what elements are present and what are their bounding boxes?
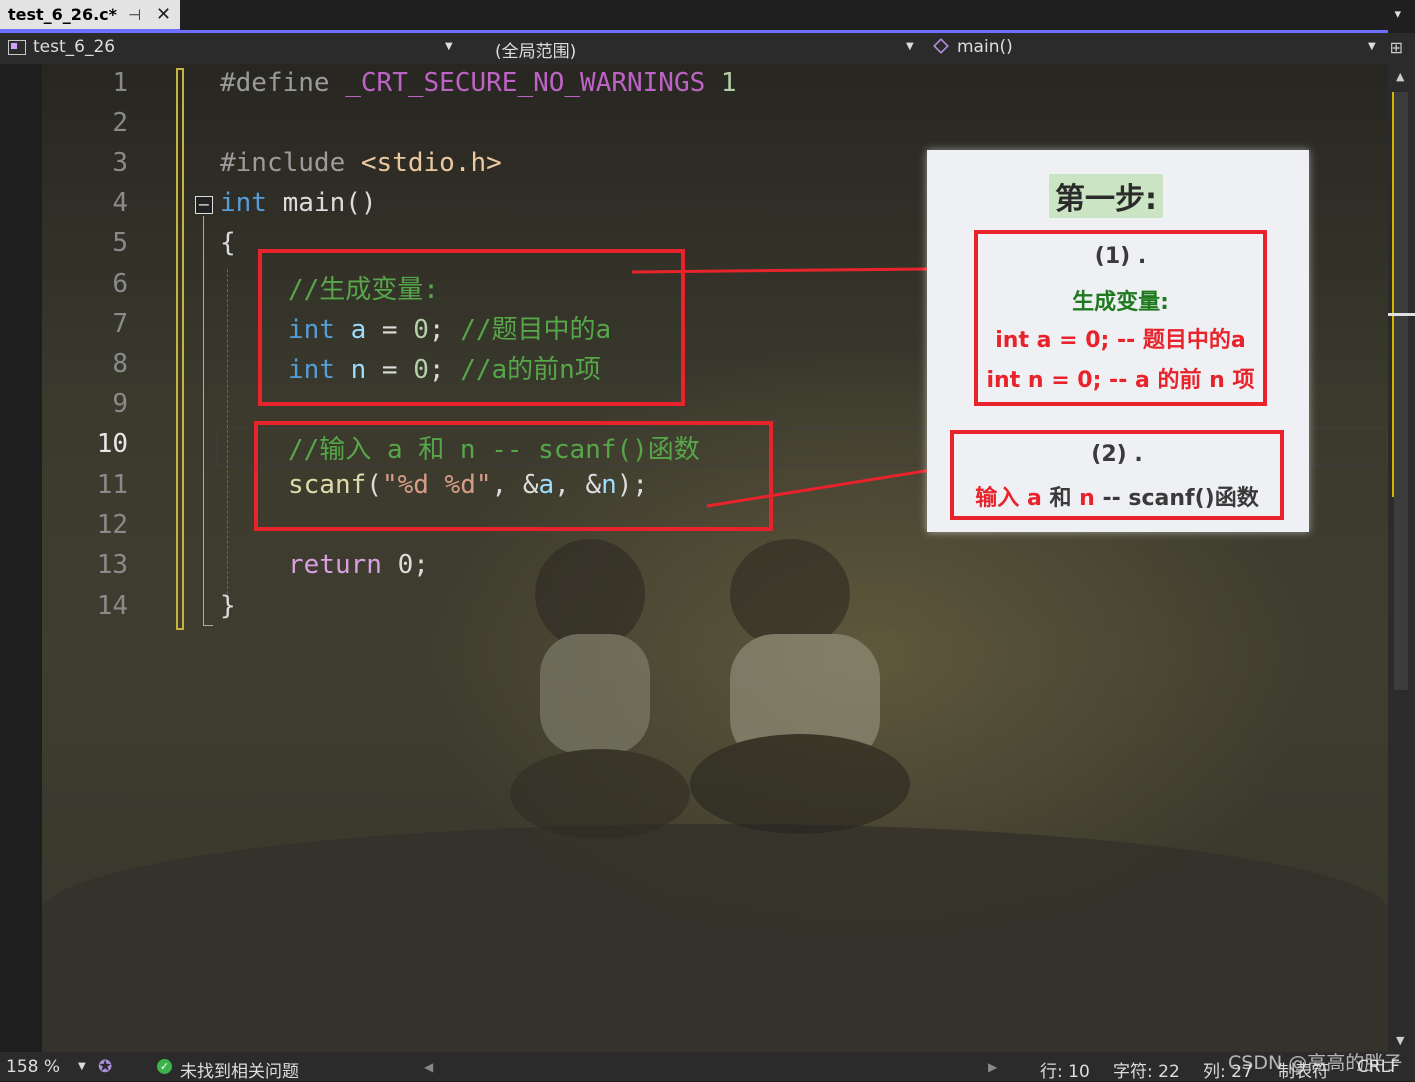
preprocessor-directive: #define <box>220 68 346 98</box>
member-dropdown[interactable]: main() <box>957 37 1013 57</box>
step2-text-part: a <box>1026 486 1042 511</box>
include-file: <stdio.h> <box>360 148 502 178</box>
check-circle-icon: ✓ <box>157 1059 172 1074</box>
csdn-watermark: CSDN @高高的胖子 <box>1228 1052 1403 1074</box>
member-cube-icon <box>933 38 949 54</box>
zoom-level[interactable]: 158 % <box>6 1057 60 1077</box>
line-number: 9 <box>112 389 128 419</box>
chevron-down-icon[interactable]: ▼ <box>906 41 914 52</box>
step2-text-part: -- scanf()函数 <box>1094 486 1259 511</box>
fold-guide-line <box>203 216 204 626</box>
code-line[interactable]: #include <stdio.h> <box>220 148 502 178</box>
annotation-card: 第一步: (1) . 生成变量: int a = 0; -- 题目中的a int… <box>927 150 1309 532</box>
return-value: 0; <box>381 550 429 580</box>
close-icon[interactable]: ✕ <box>156 4 171 25</box>
issues-status[interactable]: 未找到相关问题 <box>180 1057 299 1082</box>
line-number-current: 10 <box>96 429 128 459</box>
line-number: 2 <box>112 108 128 138</box>
line-indicator[interactable]: 行: 10 <box>1040 1057 1090 1082</box>
wallpaper-children-illustration <box>510 539 910 839</box>
step1-line2: int n = 0; -- a 的前 n 项 <box>978 362 1263 394</box>
line-number: 3 <box>112 148 128 178</box>
line-number: 5 <box>112 228 128 258</box>
pin-icon[interactable]: ⊣ <box>128 6 141 24</box>
step1-heading: 生成变量: <box>1072 290 1169 315</box>
project-icon <box>8 40 26 55</box>
annotation-title: 第一步: <box>1049 174 1163 218</box>
line-number: 12 <box>96 510 128 540</box>
scope-dropdown[interactable]: (全局范围) <box>495 37 576 62</box>
keyword: return <box>288 550 382 580</box>
step1-label: (1) . <box>1094 244 1147 269</box>
chevron-down-icon[interactable]: ▼ <box>1368 41 1376 52</box>
project-dropdown[interactable]: test_6_26 <box>33 37 115 57</box>
document-tab-bar: test_6_26.c* ⊣ ✕ ▾ <box>0 0 1415 33</box>
scroll-up-icon[interactable]: ▲ <box>1396 70 1404 83</box>
code-line[interactable]: int main() <box>220 188 377 218</box>
code-line[interactable]: } <box>220 591 236 621</box>
tab-title: test_6_26.c* <box>8 5 117 24</box>
highlight-box-variables <box>258 249 685 406</box>
wallpaper-hill <box>40 824 1388 1052</box>
line-number: 13 <box>96 550 128 580</box>
navigation-bar: test_6_26 ▼ (全局范围) ▼ main() ▼ ⊞ <box>0 33 1415 64</box>
macro-value: 1 <box>705 68 737 98</box>
tab-test-6-26[interactable]: test_6_26.c* ⊣ ✕ <box>0 0 180 32</box>
step2-text: 输入 a 和 n -- scanf()函数 <box>954 480 1280 512</box>
keyword: int <box>220 188 267 218</box>
highlight-box-input <box>254 421 773 531</box>
change-indicator-track <box>1392 92 1394 497</box>
collapse-toggle-icon[interactable]: − <box>195 196 213 214</box>
scroll-down-icon[interactable]: ▼ <box>1396 1034 1404 1047</box>
step1-line1-text: 题目中的a <box>1142 328 1246 353</box>
brace: { <box>220 228 236 258</box>
fold-guide-end <box>203 625 213 626</box>
line-number: 1 <box>112 68 128 98</box>
line-number: 4 <box>112 188 128 218</box>
chevron-down-icon[interactable]: ▼ <box>445 41 453 52</box>
scroll-right-icon[interactable]: ▶ <box>988 1060 997 1074</box>
step1-line2-code: int n = 0; -- <box>986 368 1135 393</box>
scrollbar-thumb[interactable] <box>1394 92 1408 690</box>
code-line[interactable]: return 0; <box>288 550 429 580</box>
brace: } <box>220 591 236 621</box>
tab-overflow-dropdown-icon[interactable]: ▾ <box>1394 7 1401 22</box>
indent-guide <box>227 269 228 599</box>
step2-text-part: 输入 <box>975 486 1027 511</box>
step1-line2-text: a 的前 n 项 <box>1134 368 1255 393</box>
step1-line1: int a = 0; -- 题目中的a <box>978 322 1263 354</box>
line-number: 6 <box>112 269 128 299</box>
step2-text-part: 和 <box>1041 486 1080 511</box>
step1-box: (1) . 生成变量: int a = 0; -- 题目中的a int n = … <box>974 230 1267 406</box>
intellicode-icon[interactable]: ✪ <box>98 1057 112 1077</box>
split-view-icon[interactable]: ⊞ <box>1390 38 1403 57</box>
function-signature: main() <box>266 188 377 218</box>
char-indicator[interactable]: 字符: 22 <box>1113 1057 1180 1082</box>
code-line[interactable]: #define _CRT_SECURE_NO_WARNINGS 1 <box>220 68 737 98</box>
caret-position-marker <box>1388 313 1415 316</box>
macro-name: _CRT_SECURE_NO_WARNINGS <box>345 68 706 98</box>
step2-box: (2) . 输入 a 和 n -- scanf()函数 <box>950 430 1284 520</box>
code-editor[interactable]: − 1 2 3 4 5 6 7 8 9 10 11 12 13 14 #defi… <box>0 64 1388 1052</box>
change-tracking-bar <box>176 68 184 630</box>
step1-line1-code: int a = 0; -- <box>995 328 1143 353</box>
line-number: 14 <box>96 591 128 621</box>
step2-text-part: n <box>1079 486 1095 511</box>
line-number: 11 <box>96 470 128 500</box>
line-number: 7 <box>112 309 128 339</box>
scroll-left-icon[interactable]: ◀ <box>424 1060 433 1074</box>
editor-gutter-margin <box>0 64 42 1052</box>
vertical-scrollbar[interactable]: ▲ ▼ <box>1388 64 1415 1052</box>
zoom-dropdown-icon[interactable]: ▼ <box>78 1061 86 1072</box>
line-number: 8 <box>112 349 128 379</box>
preprocessor-directive: #include <box>220 148 361 178</box>
step2-label: (2) . <box>1091 442 1143 467</box>
status-bar: 158 % ▼ ✪ ✓ 未找到相关问题 ◀ ▶ 行: 10 字符: 22 列: … <box>0 1052 1415 1082</box>
code-line[interactable]: { <box>220 228 236 258</box>
